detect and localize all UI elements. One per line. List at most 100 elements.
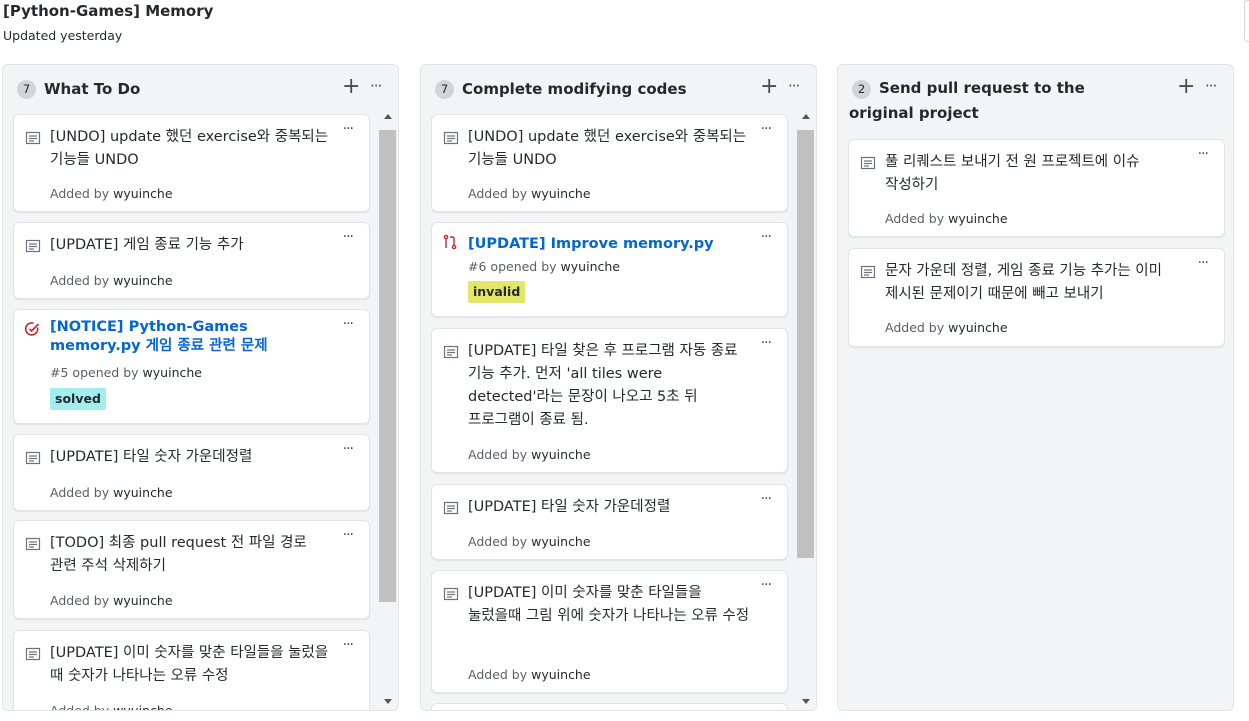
- card-menu-kebab-icon[interactable]: ···: [1198, 255, 1209, 271]
- note-text: [UNDO] update 했던 exercise와 중복되는 기능들 UNDO: [50, 129, 329, 168]
- note-card[interactable]: [UNDO] update 했던 exercise와 중복되는 기능들 UNDO…: [13, 114, 370, 212]
- note-icon: [443, 587, 459, 601]
- note-icon: [25, 537, 41, 551]
- issue-card[interactable]: [NOTICE] Python-Games memory.py 게임 종료 관련…: [13, 309, 370, 424]
- note-card[interactable]: [UPDATE] 타일 숫자 가운데정렬 Added by wyuinche ·…: [431, 484, 788, 560]
- added-by-text: Added by wyuinche: [50, 485, 173, 500]
- issue-title-link[interactable]: [NOTICE] Python-Games memory.py 게임 종료 관련…: [50, 318, 332, 356]
- author-link[interactable]: wyuinche: [113, 186, 172, 201]
- card-menu-kebab-icon[interactable]: ···: [761, 121, 772, 137]
- card-menu-kebab-icon[interactable]: ···: [343, 121, 354, 137]
- add-card-plus-icon[interactable]: +: [342, 75, 360, 99]
- note-text: 풀 리퀘스트 보내기 전 원 프로젝트에 이슈 작성하기: [885, 154, 1140, 193]
- card-menu-kebab-icon[interactable]: ···: [343, 441, 354, 457]
- note-icon: [25, 239, 41, 253]
- note-icon: [443, 131, 459, 145]
- author-link[interactable]: wyuinche: [113, 273, 172, 288]
- project-title: [Python-Games] Memory: [3, 2, 214, 20]
- card-menu-kebab-icon[interactable]: ···: [343, 316, 354, 332]
- column-title: Send pull request to the original projec…: [849, 79, 1085, 122]
- author-link[interactable]: wyuinche: [948, 211, 1007, 226]
- card-menu-kebab-icon[interactable]: ···: [343, 527, 354, 543]
- column-header: 2 Send pull request to the original proj…: [838, 65, 1233, 135]
- added-by-text: Added by wyuinche: [50, 186, 173, 201]
- note-icon: [443, 345, 459, 359]
- column-scrollbar[interactable]: [797, 114, 815, 710]
- card-menu-kebab-icon[interactable]: ···: [343, 229, 354, 245]
- note-text: [UNDO] update 했던 exercise와 중복되는 기능들 UNDO: [468, 129, 747, 168]
- added-by-text: Added by wyuinche: [885, 211, 1008, 226]
- add-card-plus-icon[interactable]: +: [760, 75, 778, 99]
- card-menu-kebab-icon[interactable]: ···: [1198, 146, 1209, 162]
- author-link[interactable]: wyuinche: [531, 667, 590, 682]
- scroll-down-arrow-icon[interactable]: [384, 699, 392, 704]
- note-text: 문자 가운데 정렬, 게임 종료 기능 추가는 이미 제시된 문제이기 때문에 …: [885, 263, 1162, 302]
- note-card[interactable]: [TODO] 최종 pull request 전 파일 경로 관련 주석 삭제하…: [13, 520, 370, 619]
- column-card-count: 7: [435, 80, 454, 99]
- column-header: 7 Complete modifying codes + ···: [421, 65, 816, 113]
- scroll-down-arrow-icon[interactable]: [802, 699, 810, 704]
- note-card[interactable]: [UPDATE] 타일 숫자 가운데정렬 Added by wyuinche ·…: [13, 434, 370, 511]
- note-text: [UPDATE] 이미 숫자를 맞춘 타일들을 눌렀을때 그림 위에 숫자가 나…: [468, 585, 750, 624]
- scroll-up-arrow-icon[interactable]: [802, 114, 810, 119]
- note-card[interactable]: [UNDO] update 했던 exercise와 중복되는 기능들 UNDO…: [431, 114, 788, 212]
- issue-meta-text: #5 opened by wyuinche: [50, 365, 202, 380]
- add-card-plus-icon[interactable]: +: [1177, 75, 1195, 99]
- author-link[interactable]: wyuinche: [113, 593, 172, 608]
- issue-title-link[interactable]: [UPDATE] Improve memory.py: [468, 235, 750, 254]
- card-menu-kebab-icon[interactable]: ···: [343, 637, 354, 653]
- note-card[interactable]: [UPDATE] 게임 종료 기능 추가 Added by wyuinche ·…: [13, 222, 370, 299]
- column-what-to-do: 7 What To Do + ··· [UNDO] update 했던 exer…: [2, 64, 399, 711]
- scroll-up-arrow-icon[interactable]: [384, 114, 392, 119]
- author-link[interactable]: wyuinche: [531, 447, 590, 462]
- note-card-partial[interactable]: [431, 703, 788, 710]
- author-link[interactable]: wyuinche: [113, 485, 172, 500]
- column-title: What To Do: [44, 80, 141, 98]
- author-link[interactable]: wyuinche: [561, 259, 620, 274]
- note-text: [UPDATE] 게임 종료 기능 추가: [50, 237, 244, 253]
- note-card[interactable]: [UPDATE] 이미 숫자를 맞춘 타일들을 눌렀을때 그림 위에 숫자가 나…: [431, 570, 788, 693]
- project-header: [Python-Games] Memory Updated yesterday: [0, 0, 1249, 60]
- note-icon: [25, 647, 41, 661]
- added-by-text: Added by wyuinche: [50, 273, 173, 288]
- note-text: [UPDATE] 타일 숫자 가운데정렬: [468, 499, 671, 515]
- note-text: [UPDATE] 타일 찾은 후 프로그램 자동 종료 기능 추가. 먼저 'a…: [468, 343, 738, 428]
- note-card[interactable]: 문자 가운데 정렬, 게임 종료 기능 추가는 이미 제시된 문제이기 때문에 …: [848, 248, 1225, 347]
- column-menu-kebab-icon[interactable]: ···: [370, 74, 382, 98]
- project-updated-text: Updated yesterday: [3, 28, 123, 43]
- note-card[interactable]: [UPDATE] 타일 찾은 후 프로그램 자동 종료 기능 추가. 먼저 'a…: [431, 328, 788, 473]
- pull-request-card[interactable]: [UPDATE] Improve memory.py #6 opened by …: [431, 222, 788, 317]
- card-menu-kebab-icon[interactable]: ···: [761, 577, 772, 593]
- author-link[interactable]: wyuinche: [113, 703, 172, 710]
- author-link[interactable]: wyuinche: [143, 365, 202, 380]
- pull-request-closed-icon: [443, 234, 457, 250]
- card-menu-kebab-icon[interactable]: ···: [761, 335, 772, 351]
- column-menu-kebab-icon[interactable]: ···: [1205, 74, 1217, 98]
- note-card[interactable]: [UPDATE] 이미 숫자를 맞춘 타일들을 눌렀을 때 숫자가 나타나는 오…: [13, 630, 370, 710]
- author-link[interactable]: wyuinche: [948, 320, 1007, 335]
- column-menu-kebab-icon[interactable]: ···: [788, 74, 800, 98]
- author-link[interactable]: wyuinche: [531, 534, 590, 549]
- column-card-count: 7: [17, 80, 36, 99]
- added-by-text: Added by wyuinche: [50, 703, 173, 710]
- label-solved[interactable]: solved: [50, 388, 106, 410]
- card-menu-kebab-icon[interactable]: ···: [761, 491, 772, 507]
- scrollbar-thumb[interactable]: [379, 130, 396, 602]
- note-icon: [860, 156, 876, 170]
- note-icon: [860, 265, 876, 279]
- added-by-text: Added by wyuinche: [468, 534, 591, 549]
- added-by-text: Added by wyuinche: [885, 320, 1008, 335]
- scrollbar-thumb[interactable]: [797, 130, 814, 558]
- column-scrollbar[interactable]: [379, 114, 397, 710]
- issue-closed-icon: [24, 322, 40, 336]
- note-card[interactable]: 풀 리퀘스트 보내기 전 원 프로젝트에 이슈 작성하기 Added by wy…: [848, 139, 1225, 237]
- note-icon: [25, 131, 41, 145]
- menu-button-edge[interactable]: [1244, 0, 1249, 42]
- column-send-pull-request: 2 Send pull request to the original proj…: [837, 64, 1234, 711]
- label-invalid[interactable]: invalid: [468, 281, 526, 303]
- added-by-text: Added by wyuinche: [50, 593, 173, 608]
- column-complete-modifying-codes: 7 Complete modifying codes + ··· [UNDO] …: [420, 64, 817, 711]
- author-link[interactable]: wyuinche: [531, 186, 590, 201]
- card-menu-kebab-icon[interactable]: ···: [761, 229, 772, 245]
- added-by-text: Added by wyuinche: [468, 186, 591, 201]
